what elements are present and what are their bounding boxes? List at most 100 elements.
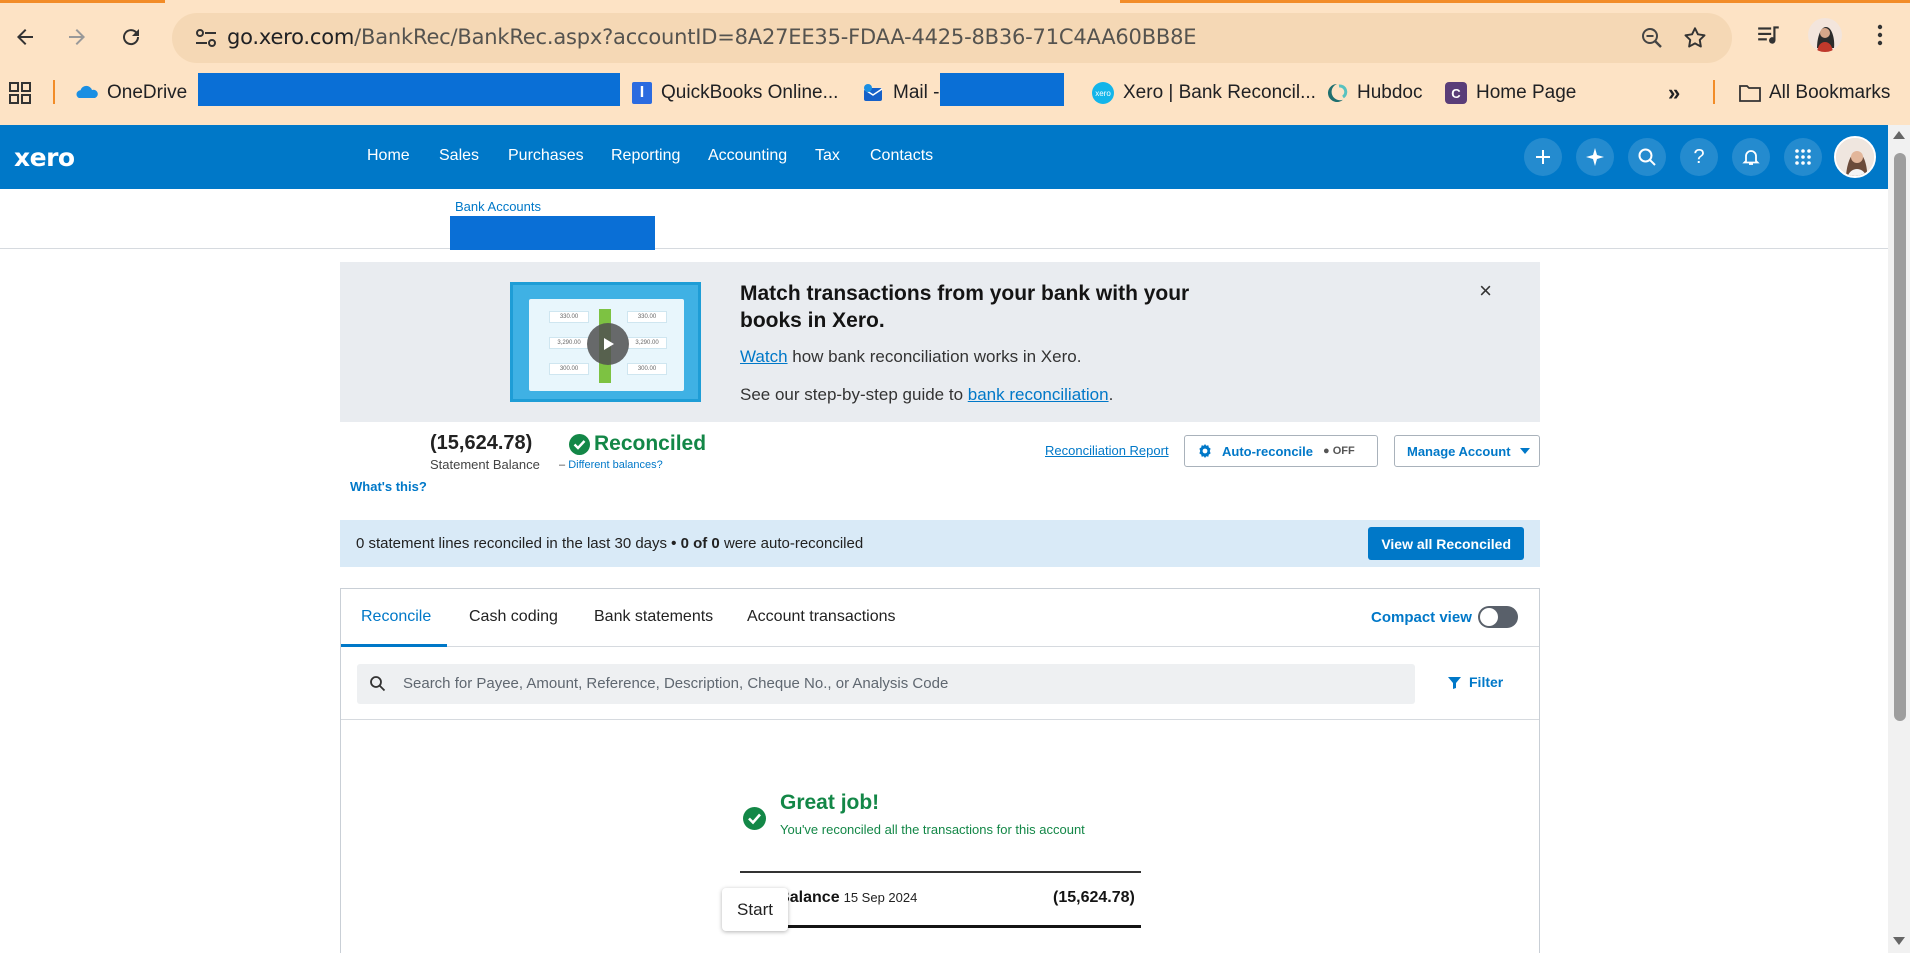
xero-logo[interactable]: xero — [14, 143, 75, 172]
tab-bar: Reconcile Cash coding Bank statements Ac… — [341, 589, 1539, 647]
nav-home[interactable]: Home — [367, 147, 410, 165]
reload-icon[interactable] — [116, 22, 146, 52]
media-playlist-icon[interactable] — [1756, 22, 1782, 53]
nav-sales[interactable]: Sales — [439, 147, 479, 165]
scroll-up-icon[interactable] — [1893, 131, 1905, 139]
nav-tax[interactable]: Tax — [815, 147, 840, 165]
whats-this-link[interactable]: What's this? — [350, 479, 427, 494]
great-job-subtitle: You've reconciled all the transactions f… — [780, 822, 1085, 837]
bank-reconciliation-link[interactable]: bank reconciliation — [968, 385, 1109, 404]
bookmark-label: QuickBooks Online... — [661, 82, 839, 103]
breadcrumb[interactable]: Bank Accounts — [455, 199, 541, 214]
close-icon[interactable]: × — [1479, 278, 1492, 304]
url-host: go.xero.com — [227, 25, 355, 49]
summary-text: 0 statement lines reconciled in the last… — [356, 535, 668, 552]
thumb-value: 300.00 — [627, 363, 667, 375]
apps-grid-icon[interactable] — [8, 81, 32, 105]
active-tab-indicator — [341, 644, 447, 647]
address-bar[interactable]: go.xero.com/BankRec/BankRec.aspx?account… — [172, 13, 1732, 63]
tab-account-transactions[interactable]: Account transactions — [747, 608, 896, 626]
all-bookmarks[interactable]: All Bookmarks — [1738, 81, 1890, 105]
banner-text: . — [1108, 385, 1114, 404]
auto-reconcile-label: Auto-reconcile — [1222, 443, 1314, 459]
page-subheader: Bank Accounts — [0, 189, 1888, 250]
profile-avatar-icon[interactable] — [1808, 18, 1842, 52]
summary-date: 15 Sep 2024 — [843, 890, 918, 905]
tab-strip-accent — [0, 0, 165, 3]
divider — [341, 719, 1539, 720]
view-all-reconciled-button[interactable]: View all Reconciled — [1368, 527, 1524, 560]
forward-icon[interactable] — [62, 22, 92, 52]
site-info-icon[interactable] — [194, 27, 218, 54]
bookmark-label: Home Page — [1476, 82, 1577, 103]
help-icon[interactable]: ? — [1680, 138, 1718, 176]
bookmark-quickbooks[interactable]: I QuickBooks Online... — [632, 81, 838, 105]
thumb-value: 330.00 — [549, 311, 589, 323]
scrollbar-thumb[interactable] — [1894, 153, 1906, 721]
search-input[interactable]: Search for Payee, Amount, Reference, Des… — [357, 664, 1415, 704]
summary-rule — [740, 871, 1141, 873]
back-icon[interactable] — [10, 22, 40, 52]
scroll-down-icon[interactable] — [1893, 937, 1905, 945]
video-thumbnail[interactable]: 330.00 330.00 3,290.00 3,290.00 300.00 3… — [510, 282, 701, 402]
tab-bank-statements[interactable]: Bank statements — [594, 608, 713, 626]
app-launcher-icon[interactable] — [1784, 138, 1822, 176]
play-icon[interactable] — [587, 323, 629, 365]
reconciliation-report-link[interactable]: Reconciliation Report — [1045, 443, 1169, 458]
nav-purchases[interactable]: Purchases — [508, 147, 584, 165]
tab-cash-coding[interactable]: Cash coding — [469, 608, 558, 626]
banner-title: Match transactions from your bank with y… — [740, 282, 1190, 332]
filter-icon — [1448, 676, 1461, 689]
bookmark-mail[interactable]: Mail - — [862, 81, 939, 105]
hubdoc-icon — [1326, 82, 1348, 104]
all-bookmarks-label: All Bookmarks — [1769, 82, 1891, 103]
bookmark-hubdoc[interactable]: Hubdoc — [1326, 81, 1423, 105]
bookmark-star-icon[interactable] — [1682, 25, 1708, 56]
browser-menu-icon[interactable] — [1868, 22, 1892, 53]
thumb-value: 3,290.00 — [627, 337, 667, 349]
search-icon — [369, 675, 386, 697]
summary-amount: (15,624.78) — [1053, 889, 1135, 906]
nav-reporting[interactable]: Reporting — [611, 147, 680, 165]
auto-reconcile-state: ● OFF — [1323, 445, 1355, 457]
different-balances: – Different balances? — [559, 459, 663, 471]
reconcile-panel: Reconcile Cash coding Bank statements Ac… — [340, 588, 1540, 953]
manage-account-button[interactable]: Manage Account — [1394, 435, 1540, 467]
summary-rule-double — [740, 925, 1141, 928]
summary-text: were auto-reconciled — [723, 535, 864, 552]
bookmark-homepage[interactable]: C Home Page — [1445, 81, 1576, 105]
search-placeholder: Search for Payee, Amount, Reference, Des… — [403, 675, 949, 692]
filter-button[interactable]: Filter — [1448, 674, 1503, 690]
banner-watch-text: Watch how bank reconciliation works in X… — [740, 347, 1081, 367]
different-balances-link[interactable]: Different balances? — [568, 459, 663, 471]
url-text[interactable]: go.xero.com/BankRec/BankRec.aspx?account… — [227, 25, 1197, 49]
tab-reconcile[interactable]: Reconcile — [361, 608, 431, 626]
zoom-icon[interactable] — [1640, 26, 1664, 55]
start-tooltip[interactable]: Start — [722, 888, 788, 931]
bookmark-divider — [1713, 80, 1715, 104]
add-icon[interactable] — [1524, 138, 1562, 176]
nav-contacts[interactable]: Contacts — [870, 147, 933, 165]
user-avatar[interactable] — [1834, 136, 1876, 178]
notifications-bell-icon[interactable] — [1732, 138, 1770, 176]
banner-text: See our step-by-step guide to — [740, 385, 968, 404]
diff-prefix: – — [559, 459, 569, 471]
nav-accounting[interactable]: Accounting — [708, 147, 787, 165]
auto-reconcile-button[interactable]: Auto-reconcile ● OFF — [1184, 435, 1378, 467]
great-job-title: Great job! — [780, 791, 880, 814]
more-bookmarks-icon[interactable]: » — [1668, 80, 1680, 105]
ai-sparkle-icon[interactable] — [1576, 138, 1614, 176]
compact-view-toggle[interactable] — [1478, 606, 1518, 628]
thumb-value: 300.00 — [549, 363, 589, 375]
toggle-knob — [1480, 608, 1498, 626]
watch-link[interactable]: Watch — [740, 347, 788, 366]
bookmark-xero[interactable]: xero Xero | Bank Reconcil... — [1092, 81, 1316, 105]
promo-banner: 330.00 330.00 3,290.00 3,290.00 300.00 3… — [340, 262, 1540, 422]
search-icon[interactable] — [1628, 138, 1666, 176]
banner-guide-text: See our step-by-step guide to bank recon… — [740, 385, 1113, 405]
bookmark-onedrive[interactable]: OneDrive — [76, 81, 187, 105]
mail-icon — [862, 82, 884, 104]
page-scrollbar[interactable] — [1888, 125, 1910, 953]
folder-icon — [1738, 82, 1761, 104]
onedrive-icon — [76, 82, 98, 104]
